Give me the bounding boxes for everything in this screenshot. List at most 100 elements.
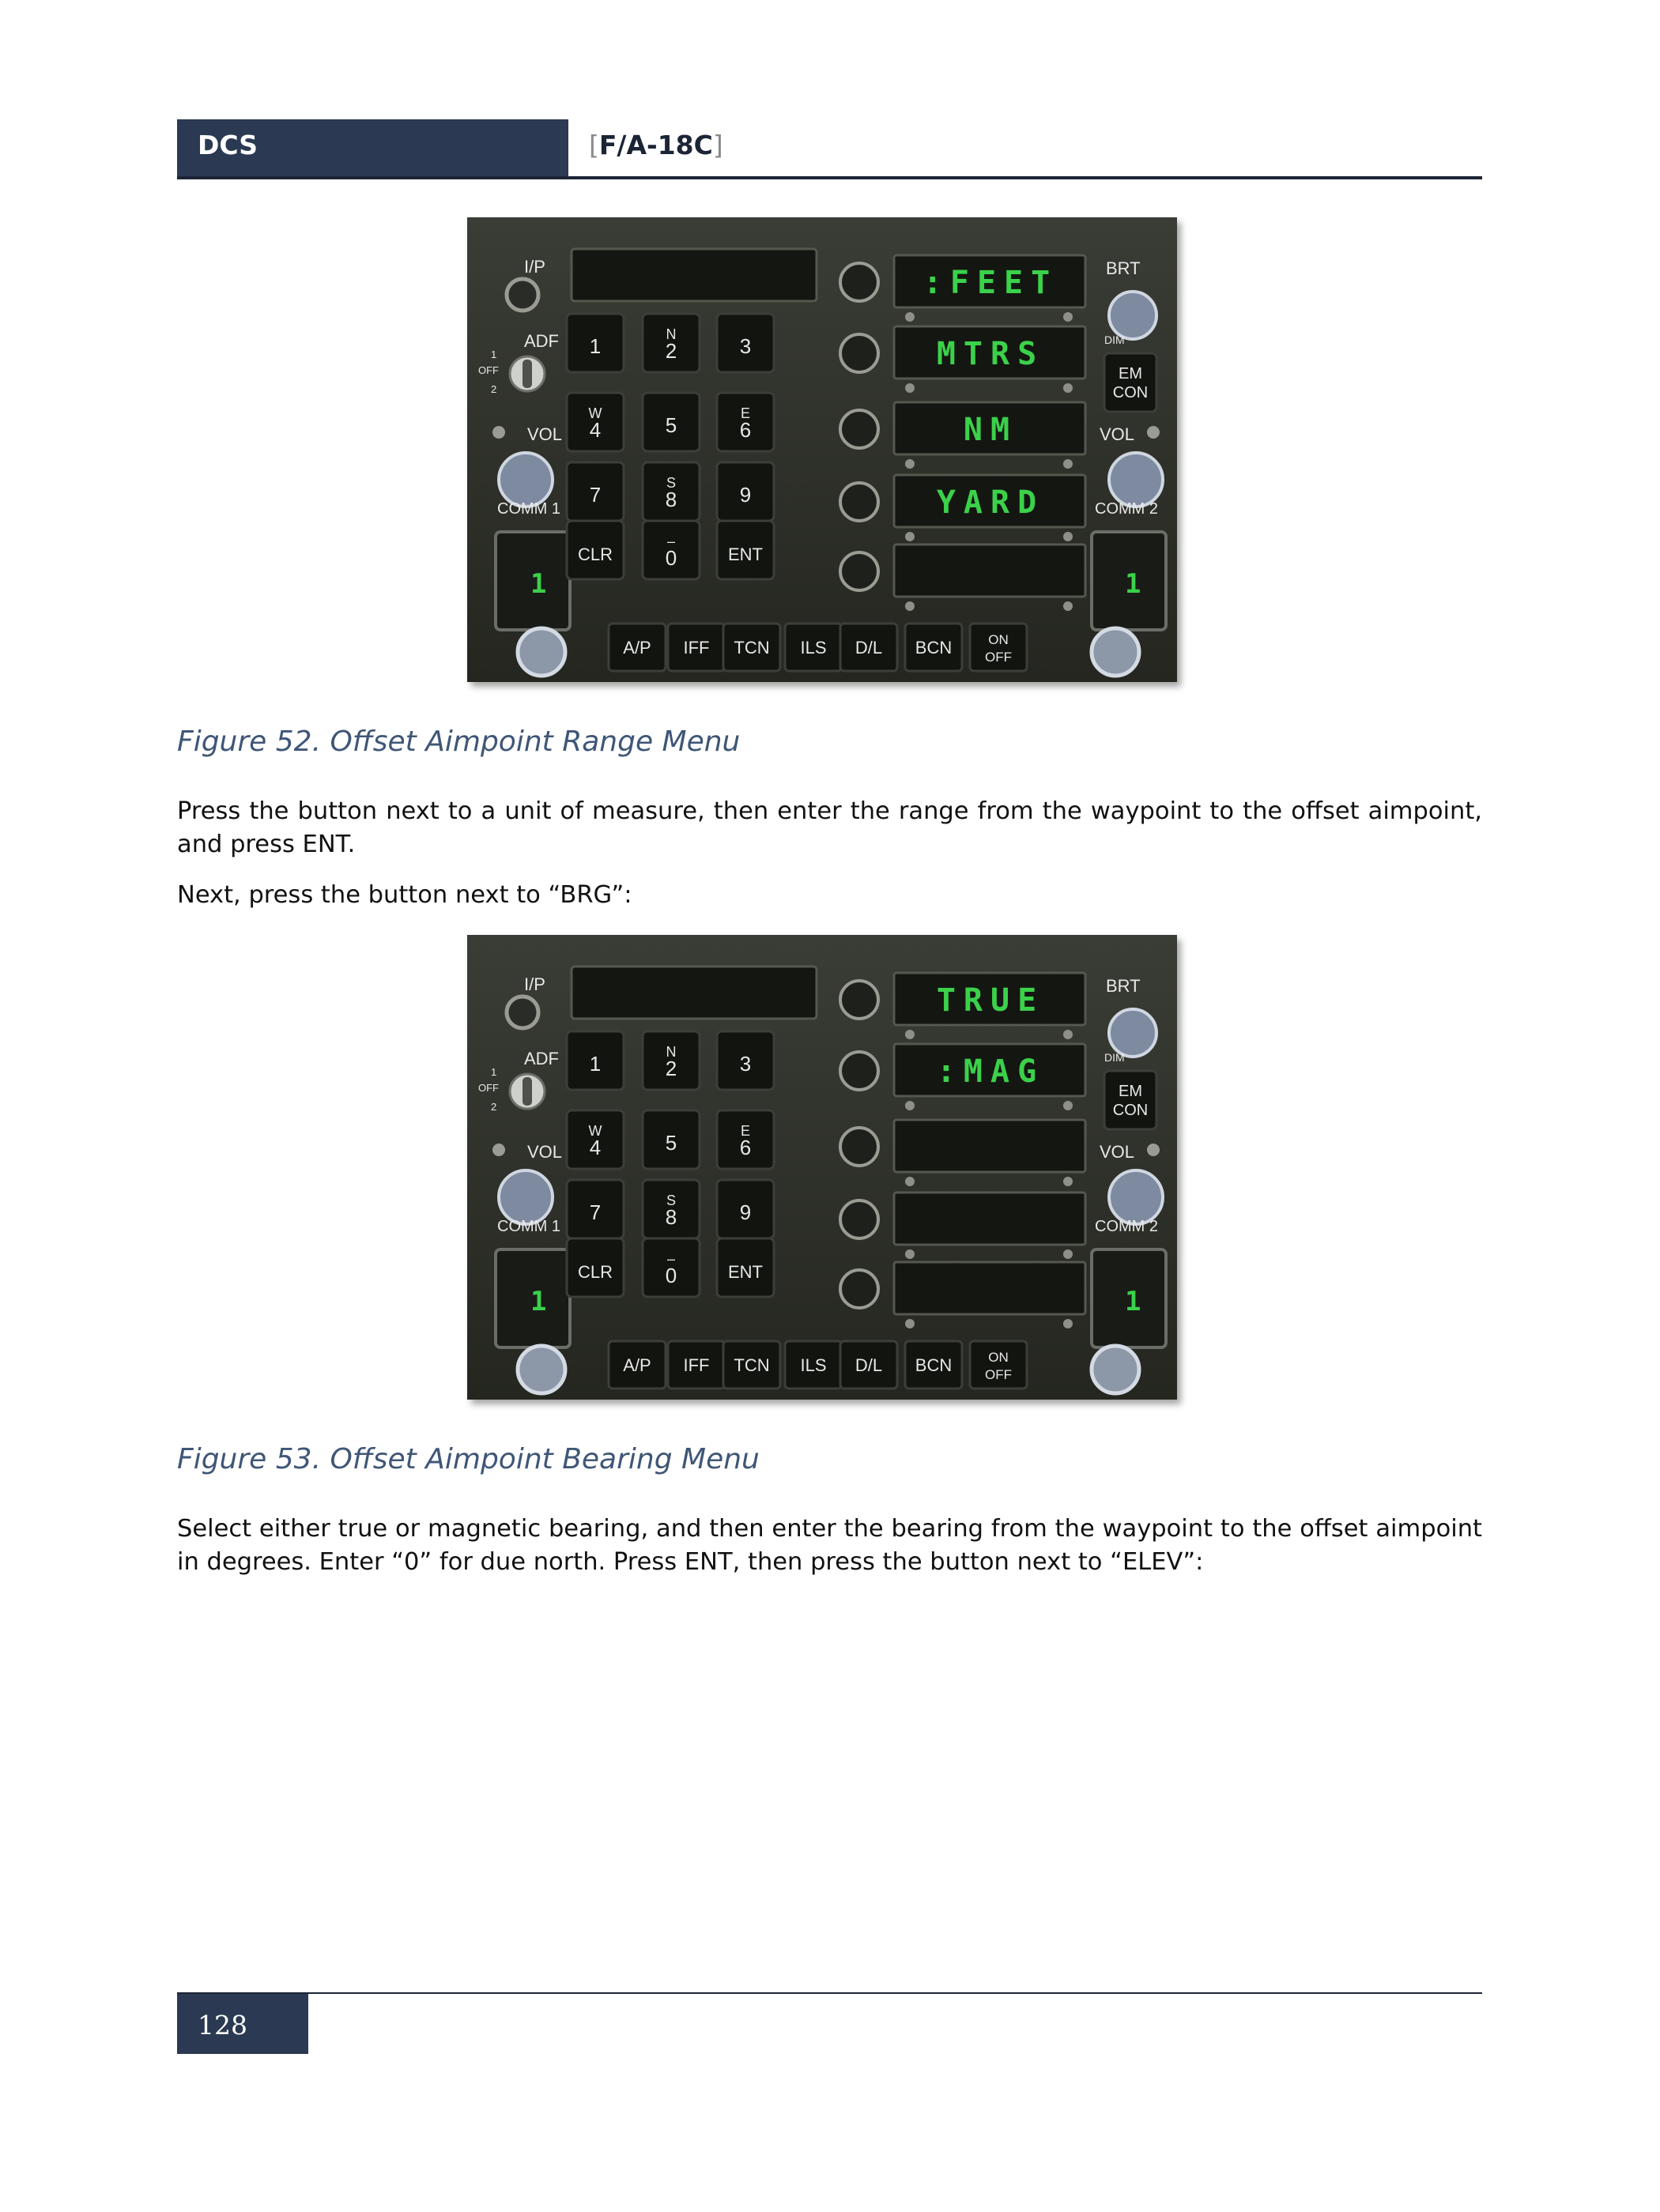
screw bbox=[905, 383, 915, 393]
vol-right-label: VOL bbox=[1100, 424, 1134, 444]
comm2-channel-knob bbox=[1089, 626, 1141, 678]
keypad-key-label: CLR bbox=[578, 545, 613, 564]
option-display-text: MTRS bbox=[937, 336, 1044, 372]
screw bbox=[492, 1144, 505, 1156]
function-button-label: ILS bbox=[800, 638, 826, 658]
keypad-key-label: 4 bbox=[590, 418, 601, 442]
option-window bbox=[892, 1191, 1087, 1246]
screw bbox=[905, 601, 915, 611]
keypad-key-label: 8 bbox=[666, 488, 677, 511]
ip-button bbox=[504, 277, 541, 313]
screw bbox=[1063, 383, 1073, 393]
function-button-label: TCN bbox=[734, 1355, 769, 1375]
adf-label: ADF bbox=[524, 1049, 559, 1068]
option-window bbox=[892, 1118, 1087, 1174]
option-select-button bbox=[839, 333, 880, 374]
keypad-key-label: 4 bbox=[590, 1136, 601, 1159]
option-display-text: NM bbox=[964, 412, 1017, 448]
option-select-button bbox=[839, 1199, 880, 1240]
screw bbox=[905, 312, 915, 322]
adf-lever bbox=[523, 360, 532, 388]
function-button-label: A/P bbox=[623, 1355, 651, 1375]
keypad-key-label: 5 bbox=[666, 413, 677, 437]
function-button-label: ILS bbox=[800, 1355, 826, 1375]
keypad-key-label: 0 bbox=[666, 546, 677, 570]
option-select-button bbox=[839, 1126, 880, 1167]
adf-label: ADF bbox=[524, 331, 559, 351]
comm1-volume-knob bbox=[497, 1169, 554, 1226]
screw bbox=[1063, 1177, 1073, 1186]
option-window bbox=[892, 543, 1087, 598]
keypad-key-label: 0 bbox=[666, 1264, 677, 1287]
function-button-label: BCN bbox=[915, 638, 952, 658]
comm1-volume-knob bbox=[497, 451, 554, 508]
page-number: 128 bbox=[198, 2010, 247, 2041]
function-button-label: IFF bbox=[684, 638, 710, 658]
screw bbox=[905, 1249, 915, 1259]
keypad-key-label: 3 bbox=[740, 334, 751, 358]
option-display-text: :FEET bbox=[923, 265, 1058, 301]
option-display-text: :MAG bbox=[937, 1053, 1044, 1090]
function-button-label: D/L bbox=[855, 638, 882, 658]
figure-caption: Figure 53. Offset Aimpoint Bearing Menu bbox=[177, 1443, 760, 1475]
screw bbox=[1147, 426, 1160, 439]
comm2-volume-knob bbox=[1107, 1169, 1164, 1226]
adf-1-label: 1 bbox=[491, 1066, 496, 1078]
scratchpad-window bbox=[570, 247, 818, 303]
scratchpad-window bbox=[570, 965, 818, 1020]
keypad-key-label: 6 bbox=[740, 1136, 751, 1159]
comm1-channel-knob bbox=[515, 1343, 568, 1396]
emcon-label-2: CON bbox=[1113, 384, 1148, 401]
option-select-button bbox=[839, 551, 880, 592]
screw bbox=[1063, 532, 1073, 541]
emcon-button bbox=[1103, 1069, 1158, 1131]
emcon-label-1: EM bbox=[1119, 1083, 1142, 1100]
option-select-button bbox=[839, 1050, 880, 1091]
keypad-key-label: 9 bbox=[740, 1200, 751, 1224]
option-display-text: YARD bbox=[937, 484, 1044, 521]
adf-1-label: 1 bbox=[491, 349, 496, 360]
adf-lever bbox=[523, 1077, 532, 1106]
screw bbox=[492, 426, 505, 439]
header-dcs: DCS bbox=[198, 130, 258, 160]
comm2-channel-knob bbox=[1089, 1343, 1141, 1396]
screw bbox=[905, 1101, 915, 1110]
footer-rule bbox=[177, 1992, 1482, 1994]
option-window bbox=[892, 1261, 1087, 1316]
keypad-key-label: ENT bbox=[728, 545, 763, 564]
comm2-volume-knob bbox=[1107, 451, 1164, 508]
vol-left-label: VOL bbox=[527, 424, 562, 444]
comm1-label: COMM 1 bbox=[497, 500, 560, 518]
adf-2-label: 2 bbox=[491, 383, 496, 395]
screw bbox=[1147, 1144, 1160, 1156]
keypad-key-label: 7 bbox=[590, 1200, 601, 1224]
option-display-text: TRUE bbox=[937, 982, 1044, 1019]
option-select-button bbox=[839, 1268, 880, 1309]
keypad-key-label: 6 bbox=[740, 418, 751, 442]
figure-caption: Figure 52. Offset Aimpoint Range Menu bbox=[177, 725, 741, 758]
screw bbox=[1063, 312, 1073, 322]
function-button-label: A/P bbox=[623, 638, 651, 658]
onoff-label-1: ON bbox=[988, 1350, 1009, 1365]
brt-label: BRT bbox=[1106, 976, 1141, 996]
emcon-label-1: EM bbox=[1119, 365, 1142, 382]
ufc-panel-image: I/P ADF OFF 1 2 VOL COMM 1 1 1 N 2 3 W 4 5 E 6 7 S 8 9 CLR –0 E… bbox=[467, 217, 1177, 682]
onoff-label-2: OFF bbox=[985, 650, 1012, 665]
option-select-button bbox=[839, 262, 880, 303]
comm2-readout: 1 bbox=[1125, 568, 1149, 600]
keypad-key-label: 9 bbox=[740, 483, 751, 507]
screw bbox=[1063, 1319, 1073, 1328]
keypad-key-label: 8 bbox=[666, 1205, 677, 1229]
keypad-key-label: 1 bbox=[590, 1052, 601, 1076]
emcon-button bbox=[1103, 352, 1158, 413]
keypad-key-label: 2 bbox=[666, 1057, 677, 1080]
header-rule bbox=[177, 176, 1482, 179]
keypad-key-label: 2 bbox=[666, 339, 677, 363]
function-button-label: BCN bbox=[915, 1355, 952, 1375]
vol-left-label: VOL bbox=[527, 1142, 562, 1162]
option-select-button bbox=[839, 409, 880, 450]
ip-label: I/P bbox=[524, 257, 545, 277]
paragraph: Next, press the button next to “BRG”: bbox=[177, 881, 632, 909]
keypad-key-label: ENT bbox=[728, 1262, 763, 1282]
ip-label: I/P bbox=[524, 974, 545, 994]
